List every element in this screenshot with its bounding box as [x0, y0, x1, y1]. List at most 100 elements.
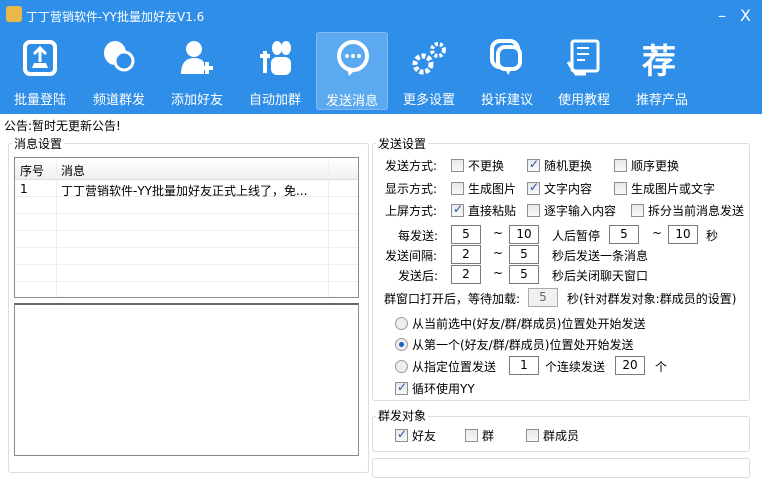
toolbar-add-friend[interactable]: 添加好友 [161, 32, 233, 110]
toolbar-channel-broadcast[interactable]: 频道群发 [83, 32, 155, 110]
radio-label: 从第一个(好友/群/群成员)位置处开始发送 [412, 338, 634, 352]
minimize-button[interactable]: – [718, 6, 726, 25]
checkbox-label: 群 [482, 429, 495, 443]
checkbox-label: 逐字输入内容 [544, 204, 617, 218]
toolbar-label: 发送消息 [325, 94, 378, 109]
per-send-label: 每发送: [398, 229, 439, 243]
table-row[interactable]: 1 丁丁营销软件-YY批量加好友正式上线了，免... [15, 180, 358, 198]
send-mode-random-checkbox[interactable] [527, 157, 540, 172]
next-group [372, 458, 750, 478]
column-header-message[interactable]: 消息 [61, 162, 85, 179]
after-send-max-input[interactable]: 5 [509, 265, 539, 284]
column-header-index[interactable]: 序号 [20, 162, 44, 179]
send-mode-label: 发送方式: [385, 159, 438, 173]
continuous-send-label: 个连续发送 [545, 360, 606, 374]
interval-min-input[interactable]: 2 [451, 245, 481, 264]
toolbar-label: 自动加群 [248, 93, 301, 108]
recommend-icon: 荐 [642, 42, 676, 82]
toolbar-recommend[interactable]: 荐 推荐产品 [626, 32, 698, 110]
target-groups-checkbox[interactable] [465, 429, 478, 442]
wait-load-label: 群窗口打开后，等待加载: [384, 292, 521, 306]
tilde: ~ [493, 246, 504, 260]
send-count-input[interactable]: 20 [615, 356, 645, 375]
checkbox-label: 文字内容 [544, 182, 593, 196]
tilde: ~ [493, 266, 504, 280]
start-from-first-radio[interactable] [395, 338, 408, 351]
add-group-icon [260, 41, 291, 75]
after-send-suffix: 秒后关闭聊天窗口 [552, 269, 649, 283]
window-title: 丁丁营销软件-YY批量加好友V1.6 [26, 10, 205, 24]
interval-max-input[interactable]: 5 [509, 245, 539, 264]
send-settings-legend: 发送设置 [376, 135, 429, 152]
screen-mode-typing-checkbox[interactable] [527, 204, 540, 217]
after-send-label: 发送后: [398, 269, 439, 283]
toolbar-feedback[interactable]: 投诉建议 [471, 32, 543, 110]
display-mode-image-or-text-checkbox[interactable] [614, 182, 627, 195]
tutorial-icon [566, 39, 600, 76]
gears-icon [412, 42, 446, 75]
display-mode-label: 显示方式: [385, 182, 438, 196]
toolbar-send-message[interactable]: 发送消息 [316, 32, 388, 110]
screen-mode-split-checkbox[interactable] [631, 204, 644, 217]
app-logo-icon [6, 6, 22, 22]
screen-mode-paste-checkbox[interactable] [451, 202, 464, 217]
toolbar-label: 频道群发 [92, 93, 145, 108]
count-unit: 个 [655, 360, 668, 374]
pause-min-input[interactable]: 5 [609, 225, 639, 244]
toolbar-batch-login[interactable]: 批量登陆 [4, 32, 76, 110]
target-friends-checkbox[interactable] [395, 427, 408, 442]
row-index: 1 [20, 182, 28, 196]
chat-bubbles-icon [104, 41, 135, 72]
after-send-min-input[interactable]: 2 [451, 265, 481, 284]
per-send-max-input[interactable]: 10 [509, 225, 539, 244]
loop-yy-checkbox[interactable] [395, 380, 408, 395]
add-user-icon [181, 41, 213, 74]
table-header: 序号 消息 [15, 158, 358, 180]
send-mode-sequential-checkbox[interactable] [614, 159, 627, 172]
message-settings-legend: 消息设置 [12, 135, 65, 152]
checkbox-label: 不更换 [468, 159, 505, 173]
display-mode-text-checkbox[interactable] [527, 180, 540, 195]
per-send-min-input[interactable]: 5 [451, 225, 481, 244]
start-from-position-radio[interactable] [395, 360, 408, 373]
toolbar-label: 推荐产品 [635, 93, 688, 108]
message-content-textarea[interactable] [14, 303, 359, 456]
screen-mode-label: 上屏方式: [385, 204, 438, 218]
radio-label: 从当前选中(好友/群/群成员)位置处开始发送 [412, 317, 646, 331]
targets-legend: 群发对象 [376, 407, 429, 424]
toolbar-tutorial[interactable]: 使用教程 [548, 32, 620, 110]
toolbar-auto-join-group[interactable]: 自动加群 [239, 32, 311, 110]
toolbar-label: 批量登陆 [13, 93, 66, 108]
close-button[interactable]: X [740, 6, 751, 25]
checkbox-label: 群成员 [543, 429, 580, 443]
pause-label: 人后暂停 [552, 229, 601, 243]
toolbar-label: 使用教程 [557, 93, 610, 108]
checkbox-label: 循环使用YY [412, 382, 475, 396]
start-from-selected-radio[interactable] [395, 317, 408, 330]
toolbar-label: 添加好友 [170, 93, 223, 108]
tilde: ~ [652, 226, 663, 240]
checkbox-label: 直接粘贴 [468, 204, 517, 218]
feedback-icon [490, 39, 522, 75]
interval-suffix: 秒后发送一条消息 [552, 249, 649, 263]
tilde: ~ [493, 226, 504, 240]
toolbar-more-settings[interactable]: 更多设置 [393, 32, 465, 110]
toolbar-label: 投诉建议 [480, 93, 533, 108]
target-group-members-checkbox[interactable] [526, 429, 539, 442]
checkbox-label: 生成图片或文字 [631, 182, 716, 196]
checkbox-label: 生成图片 [468, 182, 517, 196]
upload-icon [23, 40, 57, 76]
toolbar-label: 更多设置 [402, 93, 455, 108]
wait-load-suffix: 秒(针对群发对象:群成员的设置) [567, 292, 737, 306]
radio-label: 从指定位置发送 [412, 360, 497, 374]
wait-load-input[interactable]: 5 [528, 288, 558, 307]
send-mode-no-change-checkbox[interactable] [451, 159, 464, 172]
display-mode-image-checkbox[interactable] [451, 182, 464, 195]
notice-text: 公告:暂时无更新公告! [4, 119, 121, 133]
checkbox-label: 顺序更换 [631, 159, 680, 173]
message-table[interactable]: 序号 消息 1 丁丁营销软件-YY批量加好友正式上线了，免... [14, 157, 359, 298]
start-position-input[interactable]: 1 [509, 356, 539, 375]
checkbox-label: 好友 [412, 429, 437, 443]
seconds-label: 秒 [706, 229, 719, 243]
pause-max-input[interactable]: 10 [668, 225, 698, 244]
